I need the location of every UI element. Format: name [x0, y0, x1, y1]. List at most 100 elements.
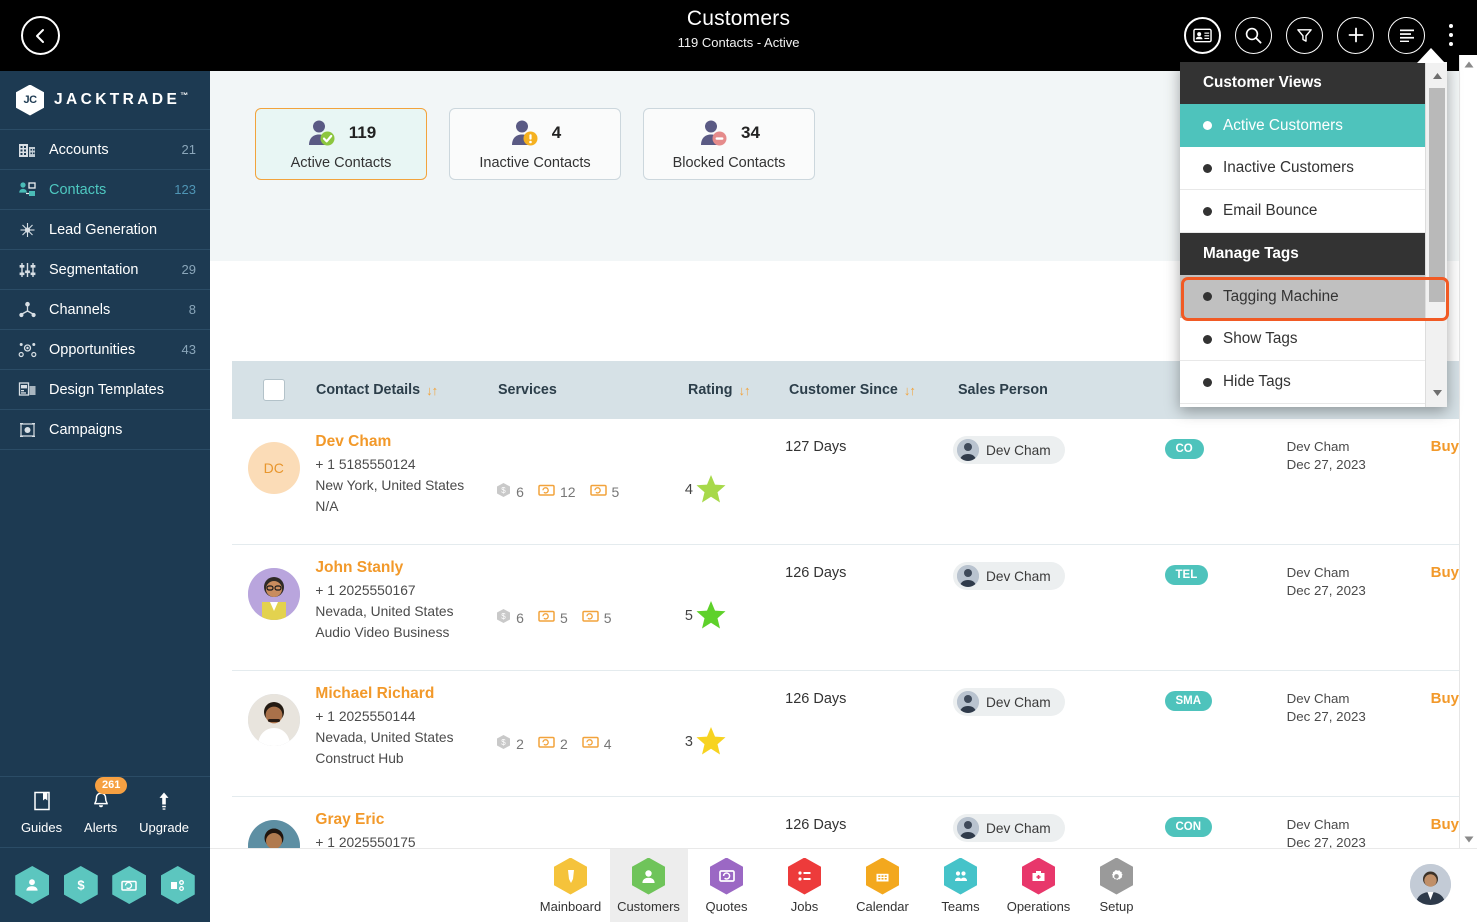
row-action-link[interactable]: Buy [1431, 685, 1459, 796]
sidebar-item-label: Campaigns [49, 421, 123, 438]
table-row[interactable]: Michael Richard + 1 2025550144 Nevada, U… [232, 671, 1459, 797]
back-button[interactable] [21, 16, 60, 55]
row-action-link[interactable]: Buy [1431, 433, 1459, 544]
sidebar-item-channels[interactable]: Channels 8 [0, 290, 210, 330]
contact-name[interactable]: Dev Cham [315, 433, 496, 451]
sidebar-item-segmentation[interactable]: Segmentation 29 [0, 250, 210, 290]
bottom-nav-calendar[interactable]: Calendar [844, 849, 922, 922]
table-row[interactable]: DC Dev Cham + 1 5185550124 New York, Uni… [232, 419, 1459, 545]
dropdown-section-header: Manage Tags [1180, 233, 1447, 275]
dropdown-item-show-tags[interactable]: Show Tags [1180, 318, 1447, 361]
sort-icon[interactable]: ↓↑ [904, 383, 916, 398]
sidebar-utility-bar: Guides 261 Alerts Upgrade [0, 776, 210, 848]
page-scroll-up-icon[interactable] [1460, 55, 1477, 73]
design-templates-icon [16, 381, 38, 399]
guides-button[interactable]: Guides [21, 790, 62, 835]
bottom-nav-jobs[interactable]: Jobs [766, 849, 844, 922]
contact-company: Audio Video Business [315, 625, 450, 640]
row-last-activity: Dev Cham Dec 27, 2023 [1287, 559, 1431, 670]
payment-icon[interactable] [112, 866, 147, 904]
sidebar-item-campaigns[interactable]: Campaigns [0, 410, 210, 450]
rating-value: 3 [684, 734, 693, 750]
contact-name[interactable]: Michael Richard [315, 685, 496, 703]
bottom-nav-mainboard[interactable]: Mainboard [532, 849, 610, 922]
search-icon[interactable] [1235, 16, 1272, 54]
bottom-nav-teams[interactable]: Teams [922, 849, 1000, 922]
status-badge[interactable]: CO [1164, 439, 1204, 459]
sidebar-item-design-templates[interactable]: Design Templates [0, 370, 210, 410]
dropdown-item-inactive-customers[interactable]: Inactive Customers [1180, 147, 1447, 190]
last-activity-user: Dev Cham [1286, 565, 1350, 580]
stat-count: 34 [741, 123, 760, 142]
sidebar-item-label: Design Templates [49, 381, 164, 398]
status-badge[interactable]: TEL [1164, 565, 1209, 585]
column-rating[interactable]: Rating ↓↑ [688, 382, 789, 398]
sales-person-chip[interactable]: Dev Cham [952, 688, 1065, 716]
campaigns-icon [16, 421, 38, 439]
brand-logo[interactable]: JC JACKTRADE™ [0, 71, 210, 130]
row-sales-person: Dev Cham [952, 559, 1165, 670]
sales-person-chip[interactable]: Dev Cham [952, 436, 1065, 464]
row-avatar-cell [232, 559, 315, 670]
stat-count: 4 [551, 123, 562, 142]
row-tag: CO [1164, 433, 1287, 544]
workflow-icon[interactable] [160, 866, 195, 904]
row-action-link[interactable]: Buy [1431, 811, 1459, 848]
upgrade-button[interactable]: Upgrade [139, 790, 189, 835]
dropdown-item-label: Hide Tags [1223, 373, 1291, 390]
sidebar-item-opportunities[interactable]: Opportunities 43 [0, 330, 210, 370]
stat-card-active-contacts[interactable]: 119 Active Contacts [255, 108, 427, 180]
status-badge[interactable]: SMA [1164, 691, 1213, 711]
star-icon [696, 474, 726, 507]
sort-icon[interactable]: ↓↑ [738, 383, 750, 398]
avatar [247, 820, 300, 848]
scroll-down-icon[interactable] [1426, 381, 1448, 405]
column-contact-details[interactable]: Contact Details ↓↑ [316, 382, 498, 398]
add-icon[interactable] [1337, 16, 1374, 54]
alerts-button[interactable]: 261 Alerts [84, 776, 128, 835]
dropdown-item-tagging-machine[interactable]: Tagging Machine [1180, 275, 1447, 318]
bottom-nav-customers[interactable]: Customers [609, 848, 688, 922]
dropdown-item-hide-tags[interactable]: Hide Tags [1180, 361, 1447, 404]
status-badge[interactable]: CON [1164, 817, 1213, 837]
column-customer-since[interactable]: Customer Since ↓↑ [789, 382, 958, 398]
dropdown-item-active-customers[interactable]: Active Customers [1180, 104, 1447, 147]
user-avatar[interactable] [1410, 864, 1451, 905]
row-avatar-cell [232, 811, 315, 848]
stat-label: Inactive Contacts [479, 155, 591, 171]
sidebar-quick-actions: $ [0, 848, 210, 922]
sidebar-item-contacts[interactable]: Contacts 123 [0, 170, 210, 210]
page-scrollbar[interactable] [1459, 55, 1477, 848]
sidebar-item-accounts[interactable]: Accounts 21 [0, 130, 210, 170]
dropdown-scrollbar[interactable] [1425, 62, 1447, 407]
row-rating: 4 [685, 433, 785, 544]
bottom-nav-quotes[interactable]: Quotes [688, 849, 766, 922]
select-all-checkbox[interactable] [263, 379, 285, 401]
bottom-nav-operations[interactable]: Operations [1000, 849, 1078, 922]
table-row[interactable]: Gray Eric + 1 2025550175 New York, Unite… [232, 797, 1459, 848]
contact-name[interactable]: Gray Eric [315, 811, 496, 829]
sales-person-chip[interactable]: Dev Cham [952, 814, 1065, 842]
person-blocked-icon [698, 119, 732, 147]
bottom-nav-setup[interactable]: Setup [1078, 849, 1156, 922]
scroll-up-icon[interactable] [1426, 64, 1448, 88]
page-scroll-down-icon[interactable] [1460, 830, 1477, 848]
filter-icon[interactable] [1286, 16, 1323, 54]
sales-person-chip[interactable]: Dev Cham [952, 562, 1065, 590]
dropdown-item-email-bounce[interactable]: Email Bounce [1180, 190, 1447, 233]
stat-card-inactive-contacts[interactable]: 4 Inactive Contacts [449, 108, 621, 180]
person-check-icon [306, 119, 340, 147]
scrollbar-thumb[interactable] [1429, 88, 1445, 302]
row-last-activity: Dev Cham Dec 27, 2023 [1287, 811, 1431, 848]
table-row[interactable]: John Stanly + 1 2025550167 Nevada, Unite… [232, 545, 1459, 671]
stat-card-blocked-contacts[interactable]: 34 Blocked Contacts [643, 108, 815, 180]
row-action-link[interactable]: Buy [1431, 559, 1459, 670]
person-icon[interactable] [15, 866, 50, 904]
sort-icon[interactable]: ↓↑ [426, 383, 438, 398]
dollar-icon[interactable]: $ [63, 866, 98, 904]
sidebar-item-lead-generation[interactable]: Lead Generation [0, 210, 210, 250]
contact-card-icon[interactable] [1184, 16, 1221, 54]
sidebar-item-count: 8 [188, 302, 196, 317]
contact-name[interactable]: John Stanly [315, 559, 496, 577]
upgrade-label: Upgrade [139, 819, 190, 835]
